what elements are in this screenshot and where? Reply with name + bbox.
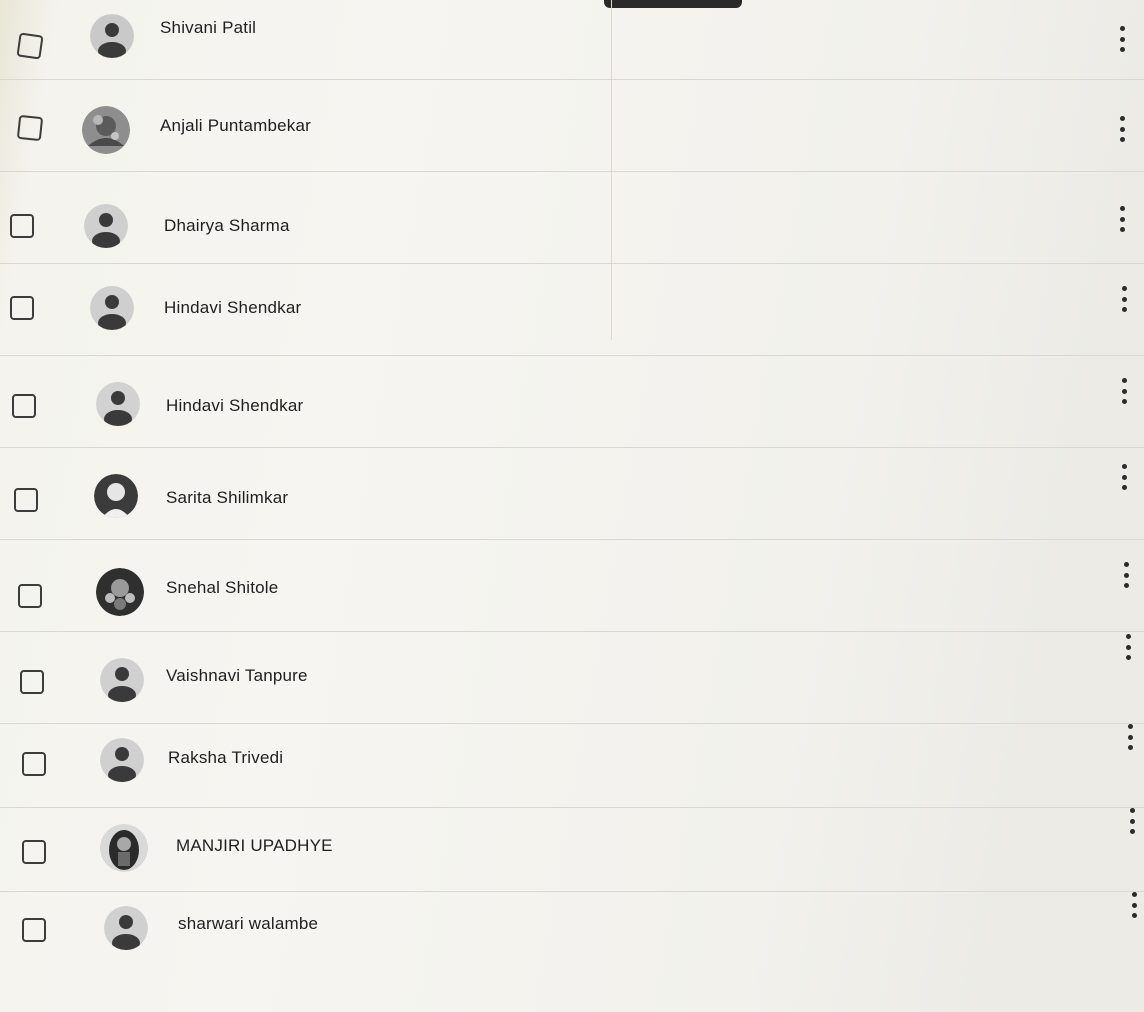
- more-options-icon[interactable]: [1120, 464, 1128, 490]
- default-person-icon: [100, 738, 144, 782]
- default-person-icon: [90, 286, 134, 330]
- list-item[interactable]: Dhairya Sharma: [0, 172, 1144, 264]
- default-person-icon: [90, 14, 134, 58]
- photo-avatar: [96, 568, 144, 616]
- select-checkbox[interactable]: [16, 32, 44, 60]
- select-checkbox[interactable]: [20, 670, 44, 694]
- photo-avatar: [100, 824, 148, 872]
- photo-avatar: [82, 106, 130, 154]
- student-name: Snehal Shitole: [166, 578, 279, 597]
- default-person-icon: [104, 906, 148, 950]
- list-item[interactable]: Vaishnavi Tanpure: [0, 632, 1144, 724]
- student-name: MANJIRI UPADHYE: [176, 836, 333, 855]
- student-name: Hindavi Shendkar: [166, 396, 304, 415]
- list-item[interactable]: Raksha Trivedi: [0, 724, 1144, 808]
- list-item[interactable]: Shivani Patil: [0, 0, 1144, 80]
- more-options-icon[interactable]: [1126, 724, 1134, 750]
- select-checkbox[interactable]: [14, 488, 38, 512]
- select-checkbox[interactable]: [22, 752, 46, 776]
- select-checkbox[interactable]: [18, 584, 42, 608]
- select-checkbox[interactable]: [10, 214, 34, 238]
- people-list-screen: Shivani Patil Anjali Puntambekar Dhairya…: [0, 0, 1144, 1012]
- student-name: Anjali Puntambekar: [160, 116, 312, 135]
- default-person-icon: [84, 204, 128, 248]
- more-options-icon[interactable]: [1118, 26, 1126, 52]
- student-name: Dhairya Sharma: [164, 216, 290, 235]
- more-options-icon[interactable]: [1118, 206, 1126, 232]
- more-options-icon[interactable]: [1122, 562, 1130, 588]
- select-checkbox[interactable]: [16, 114, 44, 142]
- list-item[interactable]: sharwari walambe: [0, 892, 1144, 982]
- more-options-icon[interactable]: [1118, 116, 1126, 142]
- more-options-icon[interactable]: [1120, 378, 1128, 404]
- student-name: sharwari walambe: [178, 914, 319, 933]
- student-list: Shivani Patil Anjali Puntambekar Dhairya…: [0, 0, 1144, 982]
- default-person-icon: [96, 382, 140, 426]
- student-name: Shivani Patil: [160, 18, 257, 37]
- select-checkbox[interactable]: [12, 394, 36, 418]
- list-item[interactable]: Snehal Shitole: [0, 540, 1144, 632]
- more-options-icon[interactable]: [1128, 808, 1136, 834]
- list-item[interactable]: Sarita Shilimkar: [0, 448, 1144, 540]
- student-name: Hindavi Shendkar: [164, 298, 302, 317]
- student-name: Raksha Trivedi: [168, 748, 284, 767]
- more-options-icon[interactable]: [1130, 892, 1138, 918]
- list-item[interactable]: Anjali Puntambekar: [0, 80, 1144, 172]
- student-name: Vaishnavi Tanpure: [166, 666, 308, 685]
- photo-avatar: [94, 474, 138, 518]
- select-checkbox[interactable]: [10, 296, 34, 320]
- default-person-icon: [100, 658, 144, 702]
- select-checkbox[interactable]: [22, 918, 46, 942]
- more-options-icon[interactable]: [1124, 634, 1132, 660]
- student-name: Sarita Shilimkar: [166, 488, 289, 507]
- list-item[interactable]: Hindavi Shendkar: [0, 356, 1144, 448]
- more-options-icon[interactable]: [1120, 286, 1128, 312]
- list-item[interactable]: Hindavi Shendkar: [0, 264, 1144, 356]
- list-item[interactable]: MANJIRI UPADHYE: [0, 808, 1144, 892]
- select-checkbox[interactable]: [22, 840, 46, 864]
